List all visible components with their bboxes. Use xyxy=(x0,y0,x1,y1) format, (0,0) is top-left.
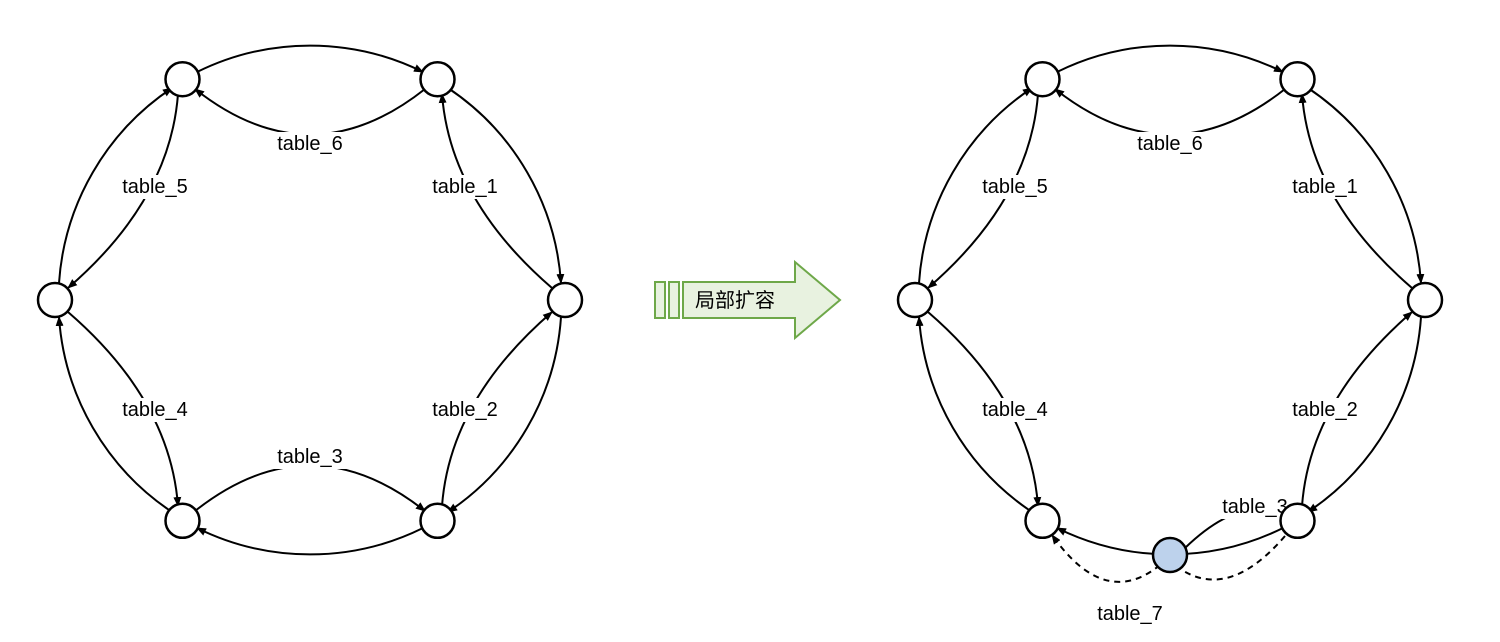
ring-node xyxy=(898,283,932,317)
edge-label-table1: table_1 xyxy=(432,176,498,198)
diagram-canvas: table_6 table_1 table_2 table_3 table_4 … xyxy=(0,0,1500,642)
ring-node xyxy=(1281,62,1315,96)
ring-node xyxy=(38,283,72,317)
ring-node xyxy=(421,504,455,538)
ring-node xyxy=(1281,504,1315,538)
ring-node xyxy=(1408,283,1442,317)
edge-label-table6: table_6 xyxy=(1137,133,1203,155)
edge-label-table5: table_5 xyxy=(982,176,1048,198)
ring-node xyxy=(166,62,200,96)
ring-node xyxy=(1026,62,1060,96)
ring-node xyxy=(548,283,582,317)
edge-label-table1: table_1 xyxy=(1292,176,1358,198)
edge-label-table2: table_2 xyxy=(432,399,498,421)
edge-label-table4: table_4 xyxy=(122,399,188,421)
transition-label: 局部扩容 xyxy=(695,289,775,312)
transition-arrow: 局部扩容 xyxy=(655,262,840,338)
edge-label-table4: table_4 xyxy=(982,399,1048,421)
edge-label-table7: table_7 xyxy=(1097,603,1163,625)
ring-node xyxy=(1026,504,1060,538)
edge-label-table5: table_5 xyxy=(122,176,188,198)
edge-label-table2: table_2 xyxy=(1292,399,1358,421)
edge-label-table3: table_3 xyxy=(277,446,343,468)
ring-node-new xyxy=(1153,538,1187,572)
edge-label-table3: table_3 xyxy=(1222,496,1288,518)
left-ring: table_6 table_1 table_2 table_3 table_4 … xyxy=(38,46,582,555)
right-ring: table_6 table_1 table_2 table_3 table_4 … xyxy=(898,46,1442,625)
ring-node xyxy=(166,504,200,538)
edge-label-table6: table_6 xyxy=(277,133,343,155)
ring-node xyxy=(421,62,455,96)
